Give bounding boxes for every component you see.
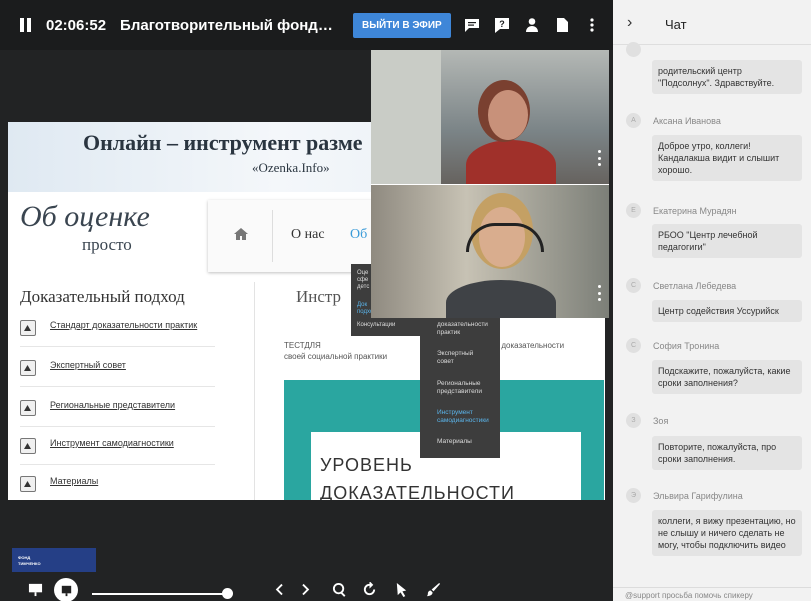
document-icon	[20, 438, 36, 454]
chat-input-text[interactable]: @support просьба помочь спикеру	[625, 591, 753, 600]
stream-title: Благотворительный фонда Елен…	[120, 16, 341, 34]
screen-share-icon[interactable]	[54, 578, 78, 601]
more-icon[interactable]	[598, 285, 601, 301]
chat-panel: › Чат родительский центр "Подсолнух". Зд…	[613, 0, 811, 601]
menu-item[interactable]: Док	[357, 302, 367, 309]
nav-about-evaluation[interactable]: Об	[350, 227, 367, 243]
list-item[interactable]: Материалы	[20, 468, 215, 500]
headset-icon	[466, 223, 544, 252]
volume-slider[interactable]	[92, 593, 232, 595]
zoom-icon[interactable]	[330, 580, 348, 598]
stream-stage: 02:06:52 Благотворительный фонда Елен… В…	[0, 0, 613, 601]
list-item[interactable]: Экспертный совет	[20, 352, 215, 387]
menu-item[interactable]: практик	[437, 329, 499, 337]
window-background	[371, 50, 441, 185]
column-divider	[254, 282, 255, 500]
list-item[interactable]: Инструмент самодиагностики	[20, 430, 215, 465]
chat-message: родительский центр "Подсолнух". Здравств…	[652, 60, 802, 94]
more-icon[interactable]	[598, 150, 601, 166]
chevron-left-icon[interactable]	[270, 580, 288, 598]
chat-message: коллеги, я вижу презентацию, но не слышу…	[652, 510, 802, 556]
chat-title: Чат	[665, 17, 687, 32]
right-heading: Инстр	[296, 287, 342, 306]
pause-icon[interactable]	[20, 18, 34, 32]
avatar: З	[626, 413, 641, 428]
menu-item[interactable]: Экспертный	[437, 350, 499, 358]
menu-item[interactable]: Инструмент	[437, 409, 499, 417]
banner-subtitle: «Ozenka.Info»	[252, 160, 330, 175]
menu-item[interactable]: Консультации	[357, 322, 395, 329]
document-icon	[20, 320, 36, 336]
rotate-icon[interactable]	[360, 580, 378, 598]
bottom-controls	[0, 578, 613, 601]
nav-about[interactable]: О нас	[291, 227, 325, 243]
avatar: E	[626, 203, 641, 218]
speaker-body	[446, 280, 556, 318]
chat-username: Екатерина Мурадян	[653, 206, 737, 216]
menu-item[interactable]: Материалы	[437, 438, 499, 446]
chat-username: Эльвира Гарифулина	[653, 491, 743, 501]
chat-message: Центр содействия Уссурийск	[652, 300, 802, 322]
stream-timer: 02:06:52	[46, 16, 107, 34]
menu-item[interactable]: доказательности	[437, 321, 499, 329]
menu-item[interactable]: представители	[437, 388, 499, 396]
chat-username: София Тронина	[653, 341, 720, 351]
chat-message: Подскажите, пожалуйста, какие сроки запо…	[652, 360, 802, 394]
more-icon[interactable]	[583, 16, 601, 34]
speaker-body	[466, 140, 556, 185]
chat-message: Повторите, пожалуйста, про сроки заполне…	[652, 436, 802, 470]
volume-slider-handle[interactable]	[222, 588, 233, 599]
chat-message: Доброе утро, коллеги! Кандалакша видит и…	[652, 135, 802, 181]
speaker-video-2[interactable]	[371, 185, 609, 318]
document-icon	[20, 476, 36, 492]
avatar	[626, 42, 641, 57]
nav-divider	[272, 210, 273, 262]
pointer-icon[interactable]	[392, 580, 410, 598]
chat-username: Светлана Лебедева	[653, 281, 737, 291]
go-live-button[interactable]: ВЫЙТИ В ЭФИР	[353, 12, 451, 38]
menu-item[interactable]: самодиагностики	[437, 417, 499, 425]
menu-item[interactable]: детс	[357, 284, 369, 291]
brush-icon[interactable]	[424, 580, 442, 598]
list-item[interactable]: Стандарт доказательности практик	[20, 312, 215, 347]
speaker-head	[488, 90, 528, 140]
presentation-icon[interactable]	[26, 580, 44, 598]
level-title-line2: ДОКАЗАТЕЛЬНОСТИ	[320, 483, 515, 500]
menu-item[interactable]: Региональные	[437, 380, 499, 388]
svg-text:?: ?	[499, 19, 505, 29]
list-item[interactable]: Региональные представители	[20, 392, 215, 427]
document-icon	[20, 360, 36, 376]
left-heading: Доказательный подход	[20, 287, 185, 306]
chat-input[interactable]: @support просьба помочь спикеру	[613, 587, 811, 601]
banner-title: Онлайн – инструмент разме	[83, 130, 363, 155]
chevron-right-icon[interactable]	[296, 580, 314, 598]
chat-username: Аксана Иванова	[653, 116, 721, 126]
avatar: C	[626, 278, 641, 293]
menu-item[interactable]: Оце	[357, 270, 368, 277]
question-icon[interactable]: ?	[493, 16, 511, 34]
avatar: C	[626, 338, 641, 353]
chat-header: › Чат	[613, 0, 811, 45]
level-title-line1: УРОВЕНЬ	[320, 455, 413, 475]
avatar: Э	[626, 488, 641, 503]
chat-username: Зоя	[653, 416, 669, 426]
top-bar: 02:06:52 Благотворительный фонда Елен… В…	[0, 0, 613, 50]
site-logo-line2: просто	[82, 235, 132, 254]
site-logo-line1: Об оценке	[20, 200, 150, 233]
menu-item[interactable]: сфе	[357, 277, 368, 284]
avatar: A	[626, 113, 641, 128]
menu-item[interactable]: совет	[437, 358, 499, 366]
chat-icon[interactable]	[463, 16, 481, 34]
document-icon[interactable]	[553, 16, 571, 34]
document-icon	[20, 400, 36, 416]
home-icon[interactable]	[234, 228, 248, 240]
chevron-right-icon[interactable]: ›	[627, 14, 632, 32]
submenu: доказательности практик Экспертный совет…	[420, 318, 500, 458]
person-icon[interactable]	[523, 16, 541, 34]
chat-message: РБОО "Центр лечебной педагогиги"	[652, 224, 802, 258]
speaker-video-1[interactable]	[371, 50, 609, 185]
fund-logo: ФОНД ТИМЧЕНКО	[12, 548, 96, 572]
